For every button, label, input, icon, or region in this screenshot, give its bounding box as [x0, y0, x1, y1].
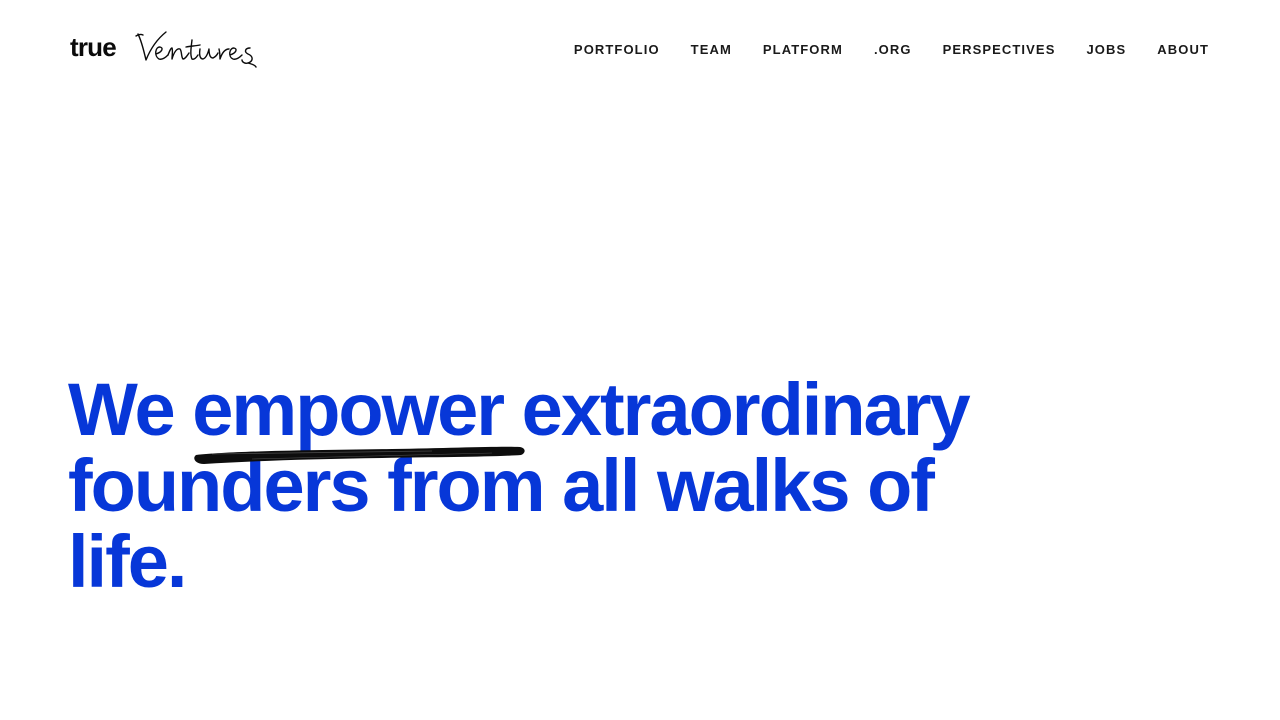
- nav-portfolio[interactable]: PORTFOLIO: [574, 41, 660, 58]
- nav-perspectives[interactable]: PERSPECTIVES: [943, 41, 1056, 58]
- nav-org[interactable]: .ORG: [874, 41, 912, 58]
- nav-platform[interactable]: PLATFORM: [763, 41, 843, 58]
- nav-about[interactable]: ABOUT: [1157, 41, 1209, 58]
- nav-jobs[interactable]: JOBS: [1086, 41, 1126, 58]
- logo-word: true: [70, 32, 117, 62]
- hero-text-before: We: [68, 368, 193, 451]
- logo-script-icon: [135, 31, 257, 68]
- nav-team[interactable]: TEAM: [691, 41, 732, 58]
- main-nav: PORTFOLIO TEAM PLATFORM .ORG PERSPECTIVE…: [574, 41, 1209, 58]
- page: true Ventures: [0, 0, 1280, 720]
- hero-emphasis-word: empower: [192, 368, 505, 451]
- logo-script-label: Ventures: [70, 28, 71, 29]
- hero-emphasis: empower: [192, 372, 525, 464]
- hero-headline: We empower extraordinary founders from a…: [68, 372, 1068, 600]
- logo-link[interactable]: true Ventures: [70, 28, 285, 68]
